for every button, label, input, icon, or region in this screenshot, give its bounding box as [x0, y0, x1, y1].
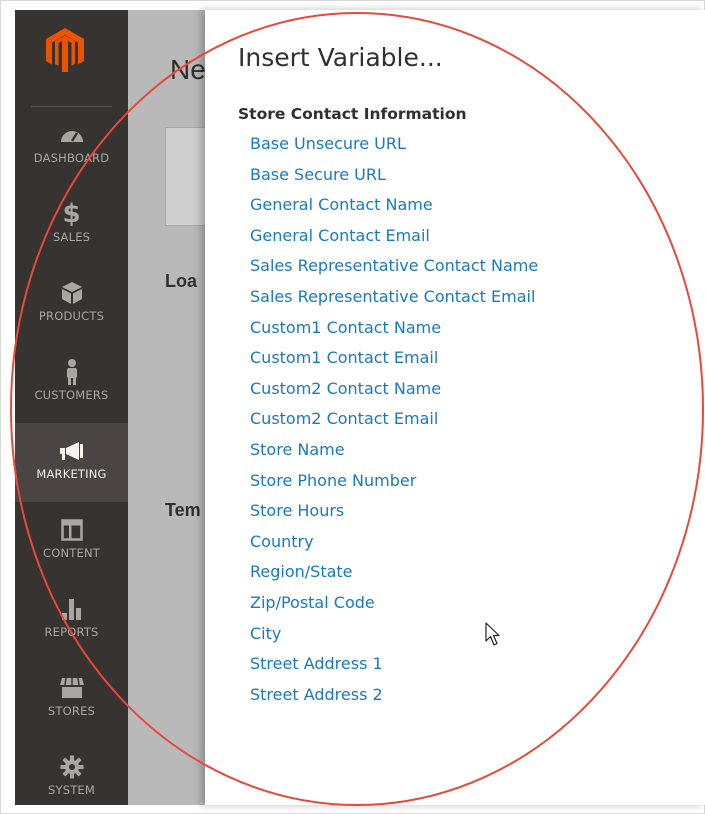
- sidebar-item-label: PRODUCTS: [38, 309, 105, 323]
- storefront-icon: [15, 674, 128, 702]
- list-item: Zip/Postal Code: [250, 593, 538, 624]
- sidebar-item-marketing[interactable]: MARKETING: [15, 423, 128, 502]
- gear-icon: [15, 753, 128, 781]
- variable-link[interactable]: General Contact Name: [250, 195, 433, 214]
- magento-logo-icon[interactable]: [46, 28, 84, 72]
- variable-link[interactable]: Store Phone Number: [250, 471, 416, 490]
- variable-link[interactable]: Country: [250, 532, 314, 551]
- logo-area: [31, 10, 112, 107]
- sidebar-item-reports[interactable]: REPORTS: [15, 581, 128, 660]
- sidebar-item-label: SYSTEM: [47, 783, 96, 797]
- variable-link[interactable]: Region/State: [250, 562, 353, 581]
- insert-variable-modal: Insert Variable... Store Contact Informa…: [205, 10, 705, 805]
- variable-link[interactable]: Sales Representative Contact Name: [250, 256, 538, 275]
- dollar-icon: $: [62, 199, 81, 229]
- sidebar-item-stores[interactable]: STORES: [15, 660, 128, 739]
- list-item: General Contact Email: [250, 226, 538, 257]
- variable-link[interactable]: Sales Representative Contact Email: [250, 287, 535, 306]
- section-heading-load: Loa: [165, 271, 198, 291]
- variable-link[interactable]: Zip/Postal Code: [250, 593, 375, 612]
- list-item: Store Hours: [250, 501, 538, 532]
- list-item: Street Address 1: [250, 654, 538, 685]
- variable-link[interactable]: Store Hours: [250, 501, 344, 520]
- bar-chart-icon: [15, 595, 128, 623]
- box-icon: [15, 279, 128, 307]
- sidebar-item-content[interactable]: CONTENT: [15, 502, 128, 581]
- list-item: City: [250, 624, 538, 655]
- variable-link[interactable]: Base Unsecure URL: [250, 134, 406, 153]
- sidebar-item-products[interactable]: PRODUCTS: [15, 265, 128, 344]
- list-item: Custom1 Contact Name: [250, 318, 538, 349]
- variable-link[interactable]: Street Address 1: [250, 654, 383, 673]
- list-item: Custom1 Contact Email: [250, 348, 538, 379]
- section-heading-template: Tem: [165, 500, 201, 520]
- sidebar-item-label: CUSTOMERS: [34, 388, 109, 402]
- sidebar-item-label: STORES: [47, 704, 96, 718]
- list-item: Custom2 Contact Name: [250, 379, 538, 410]
- variable-link[interactable]: General Contact Email: [250, 226, 430, 245]
- variable-link[interactable]: Base Secure URL: [250, 165, 386, 184]
- person-icon: [15, 358, 128, 386]
- variable-link[interactable]: Custom2 Contact Name: [250, 379, 441, 398]
- list-item: Base Secure URL: [250, 165, 538, 196]
- sidebar-item-sales[interactable]: $ SALES: [15, 186, 128, 265]
- variable-link[interactable]: City: [250, 624, 281, 643]
- list-item: Store Phone Number: [250, 471, 538, 502]
- variable-list: Base Unsecure URL Base Secure URL Genera…: [250, 134, 538, 715]
- sidebar-item-label: DASHBOARD: [33, 151, 110, 165]
- list-item: Street Address 2: [250, 685, 538, 716]
- list-item: Sales Representative Contact Email: [250, 287, 538, 318]
- sidebar-item-customers[interactable]: CUSTOMERS: [15, 344, 128, 423]
- megaphone-icon: [15, 437, 128, 465]
- dashboard-icon: [15, 121, 128, 149]
- variable-link[interactable]: Custom1 Contact Email: [250, 348, 438, 367]
- variable-link[interactable]: Custom2 Contact Email: [250, 409, 438, 428]
- sidebar-item-dashboard[interactable]: DASHBOARD: [15, 107, 128, 186]
- sidebar-item-label: SALES: [52, 230, 91, 244]
- list-item: Region/State: [250, 562, 538, 593]
- list-item: General Contact Name: [250, 195, 538, 226]
- admin-sidebar: DASHBOARD $ SALES PRODUCTS CUSTOMERS MAR…: [15, 10, 128, 805]
- section-title: Store Contact Information: [238, 105, 467, 123]
- sidebar-item-label: MARKETING: [36, 467, 107, 481]
- layout-icon: [15, 516, 128, 544]
- sidebar-item-system[interactable]: SYSTEM: [15, 739, 128, 805]
- variable-link[interactable]: Store Name: [250, 440, 345, 459]
- list-item: Custom2 Contact Email: [250, 409, 538, 440]
- page-title: Ne: [170, 54, 206, 85]
- modal-title: Insert Variable...: [238, 43, 443, 72]
- list-item: Sales Representative Contact Name: [250, 256, 538, 287]
- list-item: Store Name: [250, 440, 538, 471]
- variable-link[interactable]: Custom1 Contact Name: [250, 318, 441, 337]
- list-item: Country: [250, 532, 538, 563]
- sidebar-item-label: REPORTS: [44, 625, 99, 639]
- list-item: Base Unsecure URL: [250, 134, 538, 165]
- variable-link[interactable]: Street Address 2: [250, 685, 383, 704]
- sidebar-item-label: CONTENT: [42, 546, 100, 560]
